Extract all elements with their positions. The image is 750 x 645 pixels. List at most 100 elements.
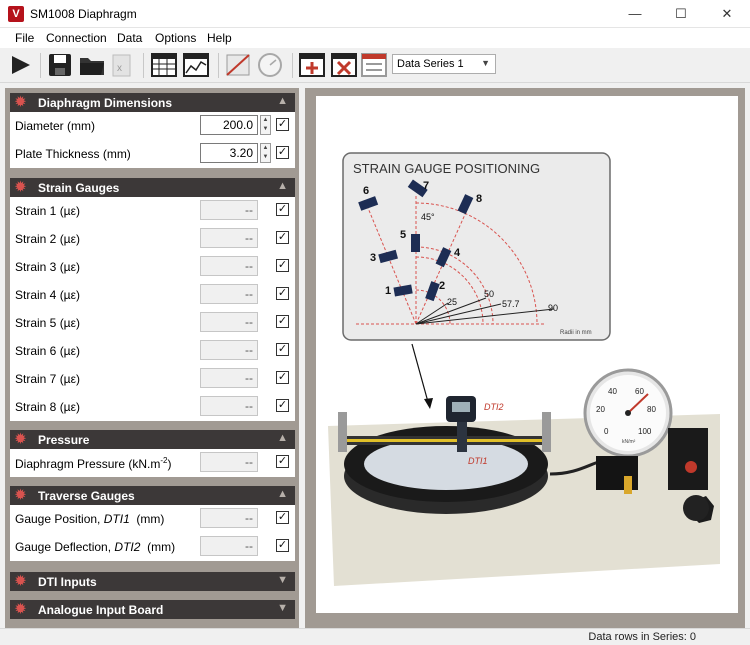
diameter-spinner[interactable]: ▲ ▼ [260,115,271,135]
toolbar-separator [143,53,144,78]
menu-options[interactable]: Options [155,31,196,45]
open-folder-icon[interactable] [78,51,106,79]
gauge-position-label-text: Gauge Position, [15,512,104,526]
pressure-tick-20: 20 [596,405,605,414]
excel-export-icon[interactable]: x [108,51,136,79]
menu-help[interactable]: Help [207,31,232,45]
strain-label: Strain 7 (µε) [15,372,80,386]
diameter-input[interactable]: 200.0 [200,115,258,135]
strain-7-checkbox[interactable]: ✓ [276,371,289,384]
radius-label-57: 57.7 [502,299,520,309]
chart-view-icon[interactable] [182,51,210,79]
gauge-icon[interactable] [256,51,284,79]
strain-8-checkbox[interactable]: ✓ [276,399,289,412]
data-series-select[interactable]: Data Series 1 ▼ [392,54,496,74]
strain-6-checkbox[interactable]: ✓ [276,343,289,356]
menu-connection[interactable]: Connection [46,31,107,45]
collapse-icon[interactable]: ▲ [277,488,288,500]
spin-up-icon[interactable]: ▲ [261,116,270,125]
thickness-spinner[interactable]: ▲ ▼ [260,143,271,163]
gauge-deflection-label: Gauge Deflection, DTI2 (mm) [15,540,175,554]
toolbar-separator [40,53,41,78]
gauge-label-3: 3 [370,252,376,264]
collapse-icon[interactable]: ▲ [277,95,288,107]
expand-icon[interactable]: ▼ [277,574,288,586]
status-text: Data rows in Series: 0 [588,631,696,643]
diaphragm-plate [364,438,528,490]
thickness-checkbox[interactable]: ✓ [276,146,289,159]
diameter-row: Diameter (mm) 200.0 ▲ ▼ ✓ [10,112,295,140]
minimize-button[interactable]: — [612,0,658,28]
delete-series-icon[interactable] [330,51,358,79]
strain-row: Strain 3 (µε) -- ✓ [10,253,295,281]
gauge-deflection-label-unit: (mm) [140,540,176,554]
radius-label-90: 90 [548,303,558,313]
section-header-analogue[interactable]: ✹ Analogue Input Board ▼ [10,600,295,619]
save-icon[interactable] [46,51,74,79]
gauge-label-4: 4 [454,247,461,259]
section-header-strain[interactable]: ✹ Strain Gauges ▲ [10,178,295,197]
settings-pane: ✹ Diaphragm Dimensions ▲ Diameter (mm) 2… [5,88,299,628]
angle-label: 45° [421,212,435,222]
apparatus-diagram: STRAIN GAUGE POSITIONING 1 2 3 4 5 6 7 8… [328,152,720,586]
table-view-icon[interactable] [150,51,178,79]
dti1-label: DTI1 [468,456,488,466]
spin-down-icon[interactable]: ▼ [261,153,270,162]
pressure-label-exponent: -2 [160,456,168,465]
section-header-pressure[interactable]: ✹ Pressure ▲ [10,430,295,449]
strain-3-value: -- [200,256,258,276]
pressure-label-text: Diaphragm Pressure (kN.m [15,457,161,471]
gauge-deflection-checkbox[interactable]: ✓ [276,539,289,552]
diameter-checkbox[interactable]: ✓ [276,118,289,131]
strain-4-checkbox[interactable]: ✓ [276,287,289,300]
expand-icon[interactable]: ▼ [277,602,288,614]
add-series-icon[interactable] [298,51,326,79]
maximize-button[interactable]: ☐ [658,0,704,28]
pressure-tick-60: 60 [635,387,644,396]
section-header-dti-inputs[interactable]: ✹ DTI Inputs ▼ [10,572,295,591]
strain-7-value: -- [200,368,258,388]
strain-1-checkbox[interactable]: ✓ [276,203,289,216]
menu-data[interactable]: Data [117,31,142,45]
status-bar: Data rows in Series: 0 [0,628,750,645]
strain-row: Strain 7 (µε) -- ✓ [10,365,295,393]
toolbar-separator [218,53,219,78]
strain-5-checkbox[interactable]: ✓ [276,315,289,328]
section-title: DTI Inputs [38,575,97,589]
strain-2-checkbox[interactable]: ✓ [276,231,289,244]
thickness-label: Plate Thickness (mm) [15,147,131,161]
diagram-canvas: STRAIN GAUGE POSITIONING 1 2 3 4 5 6 7 8… [316,96,738,613]
spin-up-icon[interactable]: ▲ [261,144,270,153]
strain-8-value: -- [200,396,258,416]
clear-series-icon[interactable] [360,51,388,79]
positioning-title: STRAIN GAUGE POSITIONING [353,161,540,176]
section-header-dimensions[interactable]: ✹ Diaphragm Dimensions ▲ [10,93,295,112]
play-icon[interactable] [6,51,34,79]
close-button[interactable]: ✕ [704,0,750,28]
pressure-label: Diaphragm Pressure (kN.m-2) [15,456,172,471]
valve-fitting [624,476,632,494]
traverse-scale [346,439,550,442]
section-body-traverse: Gauge Position, DTI1 (mm) -- ✓ Gauge Def… [10,505,295,561]
title-bar: V SM1008 Diaphragm — ☐ ✕ [0,0,750,28]
gauge-position-value: -- [200,508,258,528]
section-header-traverse[interactable]: ✹ Traverse Gauges ▲ [10,486,295,505]
pressure-checkbox[interactable]: ✓ [276,455,289,468]
strain-3-checkbox[interactable]: ✓ [276,259,289,272]
section-title: Pressure [38,433,90,447]
gauge-label-1: 1 [385,285,391,297]
beam-support-left [338,412,347,452]
menu-file[interactable]: File [15,31,34,45]
gauge-position-label: Gauge Position, DTI1 (mm) [15,512,164,526]
strain-row: Strain 4 (µε) -- ✓ [10,281,295,309]
strain-label: Strain 5 (µε) [15,316,80,330]
spin-down-icon[interactable]: ▼ [261,125,270,134]
gauge-position-checkbox[interactable]: ✓ [276,511,289,524]
dti2-label: DTI2 [484,402,504,412]
collapse-icon[interactable]: ▲ [277,180,288,192]
strain-row: Strain 1 (µε) -- ✓ [10,197,295,225]
zero-calibrate-icon[interactable] [224,51,252,79]
pointer-arrowhead [424,398,433,409]
thickness-input[interactable]: 3.20 [200,143,258,163]
collapse-icon[interactable]: ▲ [277,432,288,444]
